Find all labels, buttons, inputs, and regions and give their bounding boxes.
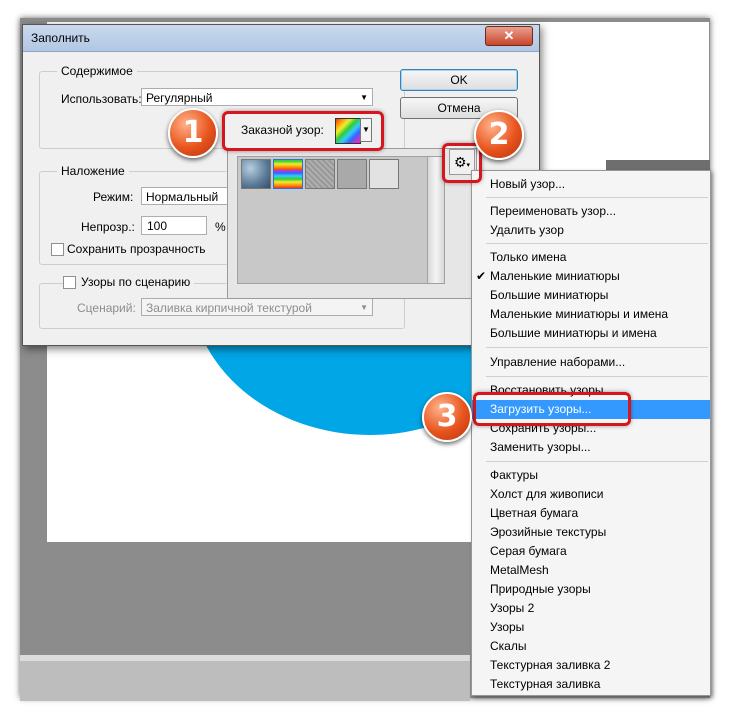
blend-group-title: Наложение xyxy=(57,164,129,178)
mode-select-value: Нормальный xyxy=(146,190,219,204)
checkmark-icon: ✔ xyxy=(476,269,487,283)
menu-item-set-texture-fill-2[interactable]: Текстурная заливка 2 xyxy=(472,656,710,675)
menu-item-set-artist-canvas[interactable]: Холст для живописи xyxy=(472,485,710,504)
menu-item-delete-pattern[interactable]: Удалить узор xyxy=(472,221,710,240)
script-patterns-label: Узоры по сценарию xyxy=(77,275,195,289)
menu-item-names-only[interactable]: Только имена xyxy=(472,248,710,267)
menu-item-small-thumbnails[interactable]: ✔ Маленькие миниатюры xyxy=(472,267,710,286)
callout-highlight-load-patterns xyxy=(473,392,631,426)
menu-item-set-color-paper[interactable]: Цветная бумага xyxy=(472,504,710,523)
menu-separator xyxy=(486,376,708,377)
chevron-down-icon: ▼ xyxy=(360,93,368,102)
menu-item-set-patterns-2[interactable]: Узоры 2 xyxy=(472,599,710,618)
step-marker-2: 2 xyxy=(474,110,524,160)
menu-item-replace-patterns[interactable]: Заменить узоры... xyxy=(472,438,710,457)
menu-item-set-gray-paper[interactable]: Серая бумага xyxy=(472,542,710,561)
menu-item-large-list[interactable]: Большие миниатюры и имена xyxy=(472,324,710,343)
script-label: Сценарий: xyxy=(77,301,136,315)
menu-separator xyxy=(486,461,708,462)
pattern-context-menu: Новый узор... Переименовать узор... Удал… xyxy=(471,170,711,696)
callout-highlight-custom-pattern xyxy=(222,111,384,151)
dialog-title: Заполнить xyxy=(31,31,90,45)
opacity-input[interactable]: 100 xyxy=(141,216,207,235)
menu-item-set-erodible[interactable]: Эрозийные текстуры xyxy=(472,523,710,542)
menu-item-rename-pattern[interactable]: Переименовать узор... xyxy=(472,202,710,221)
ok-button[interactable]: OK xyxy=(400,69,518,91)
pattern-thumb-blue-bubbles[interactable] xyxy=(241,159,271,189)
pattern-thumb-gray-noise[interactable] xyxy=(305,159,335,189)
menu-item-new-pattern[interactable]: Новый узор... xyxy=(472,175,710,194)
script-patterns-checkbox[interactable] xyxy=(63,276,76,289)
bottom-panel xyxy=(20,655,470,701)
step-marker-3: 3 xyxy=(422,392,472,442)
menu-item-set-texture-fill[interactable]: Текстурная заливка xyxy=(472,675,710,694)
dialog-titlebar: Заполнить ✕ xyxy=(23,25,539,52)
pattern-thumb-gray-texture[interactable] xyxy=(337,159,367,189)
menu-item-set-rock[interactable]: Скалы xyxy=(472,637,710,656)
callout-highlight-gear xyxy=(442,143,482,183)
pattern-list xyxy=(237,156,429,284)
use-label: Использовать: xyxy=(61,92,142,106)
use-select[interactable]: Регулярный ▼ xyxy=(141,88,373,106)
menu-item-small-list[interactable]: Маленькие миниатюры и имена xyxy=(472,305,710,324)
menu-item-large-thumbnails[interactable]: Большие миниатюры xyxy=(472,286,710,305)
opacity-unit: % xyxy=(215,220,226,234)
opacity-label: Непрозр.: xyxy=(81,220,135,234)
pattern-thumb-rainbow[interactable] xyxy=(273,159,303,189)
menu-item-set-metalmesh[interactable]: MetalMesh xyxy=(472,561,710,580)
script-select-value: Заливка кирпичной текстурой xyxy=(146,301,312,315)
pattern-thumb-white-texture[interactable] xyxy=(369,159,399,189)
menu-separator xyxy=(486,243,708,244)
menu-item-set-textures[interactable]: Фактуры xyxy=(472,466,710,485)
preserve-transparency-checkbox[interactable] xyxy=(51,243,64,256)
close-button[interactable]: ✕ xyxy=(485,26,533,46)
menu-item-set-patterns[interactable]: Узоры xyxy=(472,618,710,637)
mode-label: Режим: xyxy=(93,190,134,204)
menu-separator xyxy=(486,347,708,348)
pattern-picker xyxy=(227,148,477,299)
content-group-title: Содержимое xyxy=(57,64,137,78)
close-icon: ✕ xyxy=(503,28,515,43)
use-select-value: Регулярный xyxy=(146,91,213,105)
menu-item-preset-manager[interactable]: Управление наборами... xyxy=(472,353,710,372)
script-select[interactable]: Заливка кирпичной текстурой ▼ xyxy=(141,298,373,316)
menu-item-set-nature[interactable]: Природные узоры xyxy=(472,580,710,599)
menu-separator xyxy=(486,197,708,198)
preserve-transparency-label: Сохранить прозрачность xyxy=(67,242,206,256)
chevron-down-icon: ▼ xyxy=(360,303,368,312)
step-marker-1: 1 xyxy=(168,108,218,158)
